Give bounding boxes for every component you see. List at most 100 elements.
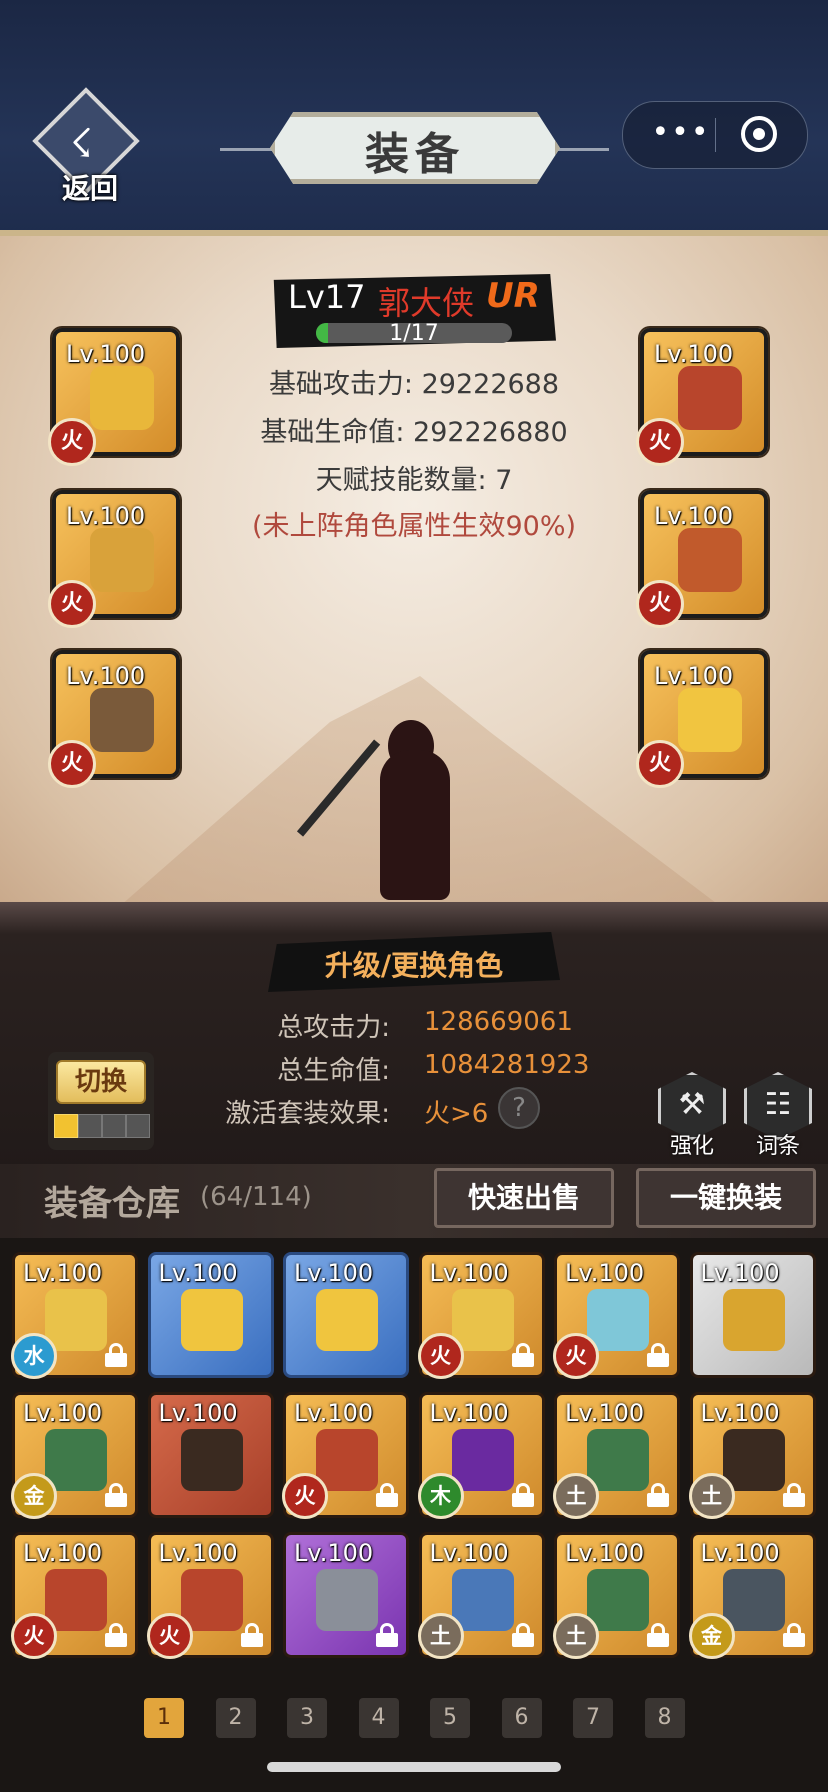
ice-spear-icon [587,1289,649,1351]
warehouse-item[interactable]: Lv.100 土 [553,1532,680,1659]
lock-body [511,1353,534,1367]
page-button-2[interactable]: 2 [215,1698,256,1738]
warehouse-item[interactable]: Lv.100 [147,1392,274,1518]
warehouse-item[interactable]: Lv.100 [689,1252,816,1378]
equip-slot-amulet[interactable]: Lv.100 火 [48,650,180,788]
loadout-dot-3[interactable] [102,1114,126,1138]
page-button-8[interactable]: 8 [644,1698,685,1738]
lock-icon[interactable] [376,1623,398,1647]
page-button-7[interactable]: 7 [573,1698,613,1738]
lock-icon[interactable] [782,1483,805,1507]
lock-icon[interactable] [647,1623,669,1647]
more-options-icon[interactable]: ••• [651,116,711,152]
red-armor-icon [45,1569,107,1631]
slot-level: Lv.100 [654,340,734,368]
item-level: Lv.100 [429,1259,509,1287]
equip-slot-ring[interactable]: Lv.100 火 [636,650,768,788]
purple-armor-icon [451,1429,514,1491]
lock-icon[interactable] [647,1343,669,1367]
page-button-1[interactable]: 1 [144,1698,184,1738]
equip-slot-boots[interactable]: Lv.100 火 [636,490,768,628]
character-name: 郭大侠 [378,284,475,322]
warehouse-item[interactable]: Lv.100 [147,1252,274,1378]
lock-icon[interactable] [782,1623,805,1647]
title-ornament-right [553,148,609,151]
fire-element-icon: 火 [11,1613,57,1659]
total-attack-value: 128669061 [424,1007,573,1037]
slot-level: Lv.100 [66,340,146,368]
lock-icon[interactable] [105,1623,127,1647]
page-button-5[interactable]: 5 [430,1698,470,1738]
warehouse-item[interactable]: Lv.100 火 [146,1532,274,1659]
warehouse-item[interactable]: Lv.100 金 [11,1392,138,1519]
fire-element-icon: 火 [417,1333,464,1379]
loadout-dot-2[interactable] [78,1114,102,1138]
page-button-6[interactable]: 6 [501,1698,542,1738]
warehouse-item[interactable]: Lv.100 金 [688,1532,816,1659]
lock-body [105,1493,127,1507]
warehouse-item[interactable]: Lv.100 水 [11,1252,138,1379]
lock-icon[interactable] [647,1483,669,1507]
page-title: 装备 [365,129,465,180]
warehouse-item[interactable]: Lv.100 火 [417,1252,545,1379]
amulet-icon [90,688,154,752]
lock-icon[interactable] [240,1623,263,1647]
fire-element-icon: 火 [146,1613,193,1659]
green-armor-icon [587,1429,649,1491]
enhance-label: 强化 [669,1134,714,1159]
warehouse-item[interactable]: Lv.100 木 [417,1392,545,1519]
talent-count: 天赋技能数量: 7 [315,465,513,496]
page-button-3[interactable]: 3 [287,1698,327,1738]
warehouse-item[interactable]: Lv.100 火 [553,1252,680,1379]
upgrade-change-label[interactable]: 升级/更换角色 [268,944,560,984]
lock-body [105,1633,127,1647]
close-mini-program-icon[interactable] [741,116,777,152]
lock-body [376,1493,398,1507]
jeweled-helmet-icon [90,528,154,592]
lock-body [782,1493,805,1507]
affix-button[interactable]: ☷ 词条 [740,1072,816,1159]
back-button[interactable]: ☇ 返回 [32,87,144,205]
equip-slot-helmet[interactable]: Lv.100 火 [48,490,180,628]
equip-slot-weapon[interactable]: Lv.100 火 [48,328,180,466]
character-level: Lv17 [288,278,366,316]
target-dot [753,128,765,140]
total-attack-label: 总攻击力: [277,1013,390,1043]
slot-level: Lv.100 [654,502,734,530]
red-armor-icon [678,366,742,430]
lock-icon[interactable] [511,1623,534,1647]
one-click-equip-button[interactable]: 一键换装 [636,1168,816,1228]
character-silhouette[interactable] [380,750,450,900]
item-level: Lv.100 [23,1259,103,1287]
earth-element-icon: 土 [688,1473,735,1519]
loadout-dot-1[interactable] [54,1114,78,1138]
slot-level: Lv.100 [654,662,734,690]
warehouse-item[interactable]: Lv.100 土 [553,1392,680,1519]
lock-icon[interactable] [105,1483,127,1507]
home-indicator[interactable] [267,1762,561,1772]
warehouse-item[interactable]: Lv.100 土 [417,1532,545,1659]
lock-icon[interactable] [511,1343,534,1367]
green-armor-icon [45,1429,107,1491]
set-effect-label: 激活套装效果: [225,1099,390,1129]
switch-button[interactable]: 切换 [56,1060,146,1104]
warehouse-item[interactable]: Lv.100 [283,1532,409,1658]
warehouse-item[interactable]: Lv.100 土 [688,1392,816,1519]
lock-icon[interactable] [511,1483,534,1507]
warehouse-item[interactable]: Lv.100 火 [11,1532,138,1659]
fire-element-icon: 火 [48,418,96,466]
earth-element-icon: 土 [553,1473,599,1519]
warehouse-item[interactable]: Lv.100 [283,1252,409,1378]
quick-sell-button[interactable]: 快速出售 [434,1168,614,1228]
loadout-dot-4[interactable] [126,1114,150,1138]
help-icon[interactable]: ? [498,1087,540,1129]
enhance-button[interactable]: ⚒ 强化 [654,1072,730,1159]
item-level: Lv.100 [565,1259,645,1287]
golden-blade-icon [180,1289,243,1351]
item-level: Lv.100 [158,1539,238,1567]
lock-icon[interactable] [376,1483,398,1507]
warehouse-item[interactable]: Lv.100 火 [282,1392,409,1519]
equip-slot-armor[interactable]: Lv.100 火 [636,328,768,466]
page-button-4[interactable]: 4 [358,1698,399,1738]
lock-icon[interactable] [105,1343,127,1367]
